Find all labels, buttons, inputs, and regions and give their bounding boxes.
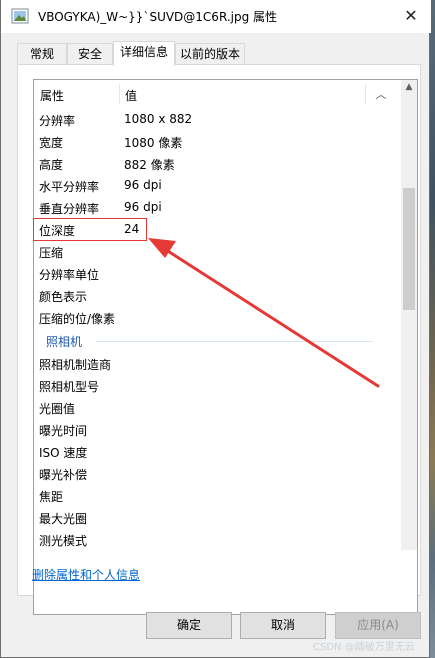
scroll-thumb[interactable] [403, 188, 415, 310]
group-header-camera: 照相机 [46, 335, 83, 349]
list-item[interactable]: 垂直分辨率 96 dpi [34, 196, 401, 218]
list-item[interactable]: 最大光圈 [34, 506, 401, 528]
list-item[interactable]: 高度 882 像素 [34, 152, 401, 174]
property-name: 高度 [39, 158, 64, 172]
property-name: 照相机型号 [39, 380, 100, 394]
tab-details[interactable]: 详细信息 [113, 41, 175, 66]
details-panel: 属性 值 ︿ 分辨率 1080 x 882 宽度 1080 像素 高度 882 … [17, 64, 421, 615]
property-name: 压缩 [39, 246, 64, 260]
list-item[interactable]: 分辨率单位 [34, 262, 401, 284]
property-name: 光圈值 [39, 402, 76, 416]
property-value: 96 dpi [124, 178, 162, 192]
list-item[interactable]: 焦距 [34, 484, 401, 506]
property-name: 位深度 [39, 224, 76, 238]
property-name: ISO 速度 [39, 446, 88, 460]
watermark: CSDN @踏破万里无云 [313, 642, 415, 653]
list-item[interactable]: 照相机制造商 [34, 352, 401, 374]
property-value: 24 [124, 222, 140, 236]
list-item-bit-depth[interactable]: 位深度 24 [34, 218, 401, 240]
property-name: 曝光时间 [39, 424, 88, 438]
property-value: 1080 像素 [124, 136, 183, 150]
list-item[interactable]: 曝光时间 [34, 418, 401, 440]
list-item[interactable]: 测光模式 [34, 528, 401, 550]
property-name: 测光模式 [39, 534, 88, 548]
list-item[interactable]: 照相机型号 [34, 374, 401, 396]
tab-general[interactable]: 常规 [17, 43, 67, 65]
list-item[interactable]: 颜色表示 [34, 284, 401, 306]
property-name: 水平分辨率 [39, 180, 100, 194]
properties-dialog: VBOGYKA)_W~}}`SUVD@1C6R.jpg 属性 ✕ 常规 安全 详… [0, 0, 431, 658]
list-item[interactable]: 宽度 1080 像素 [34, 130, 401, 152]
property-name: 宽度 [39, 136, 64, 150]
remove-properties-link[interactable]: 删除属性和个人信息 [32, 566, 140, 583]
image-file-icon [11, 8, 29, 24]
cancel-button[interactable]: 取消 [240, 612, 326, 639]
property-name: 颜色表示 [39, 290, 88, 304]
property-list[interactable]: 属性 值 ︿ 分辨率 1080 x 882 宽度 1080 像素 高度 882 … [33, 79, 418, 615]
property-name: 垂直分辨率 [39, 202, 100, 216]
title-bar: VBOGYKA)_W~}}`SUVD@1C6R.jpg 属性 ✕ [1, 0, 431, 33]
apply-button[interactable]: 应用(A) [335, 612, 421, 639]
property-name: 曝光补偿 [39, 468, 88, 482]
ok-button[interactable]: 确定 [146, 612, 232, 639]
property-value: 96 dpi [124, 200, 162, 214]
list-item[interactable]: 水平分辨率 96 dpi [34, 174, 401, 196]
list-item[interactable]: ISO 速度 [34, 440, 401, 462]
property-name: 分辨率 [39, 114, 76, 128]
column-header-property[interactable]: 属性 [40, 87, 64, 104]
property-value: 882 像素 [124, 158, 175, 172]
chevron-up-icon[interactable]: ︿ [364, 86, 398, 102]
group-divider [96, 341, 373, 342]
column-header-value[interactable]: 值 [125, 87, 137, 104]
property-name: 分辨率单位 [39, 268, 100, 282]
list-item[interactable]: 曝光补偿 [34, 462, 401, 484]
list-item[interactable]: 分辨率 1080 x 882 [34, 108, 401, 130]
property-name: 照相机制造商 [39, 358, 112, 372]
property-name: 焦距 [39, 490, 64, 504]
vertical-scrollbar[interactable]: ▲ [401, 80, 417, 550]
close-button[interactable]: ✕ [397, 4, 425, 28]
tab-previous-versions[interactable]: 以前的版本 [175, 43, 245, 65]
list-item[interactable]: 压缩 [34, 240, 401, 262]
property-name: 压缩的位/像素 [39, 312, 116, 326]
list-item[interactable]: 光圈值 [34, 396, 401, 418]
tab-security[interactable]: 安全 [67, 43, 113, 65]
column-divider[interactable] [119, 84, 120, 104]
property-value: 1080 x 882 [124, 112, 193, 126]
list-item[interactable]: 压缩的位/像素 [34, 306, 401, 328]
window-title: VBOGYKA)_W~}}`SUVD@1C6R.jpg 属性 [38, 10, 278, 24]
property-name: 最大光圈 [39, 512, 88, 526]
scroll-up-arrow-icon[interactable]: ▲ [401, 82, 417, 98]
list-header: 属性 值 ︿ [34, 80, 401, 108]
